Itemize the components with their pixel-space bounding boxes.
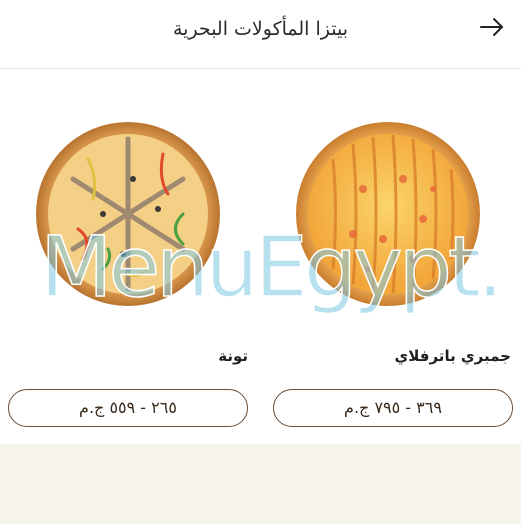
product-card-tuna[interactable]: تونة ٢٦٥ - ٥٥٩ ج.م bbox=[8, 69, 263, 434]
shrimp-pizza-image bbox=[296, 122, 480, 306]
product-card-shrimp[interactable]: جمبري باترفلاي ٣٦٩ - ٧٩٥ ج.م bbox=[258, 69, 513, 434]
product-name: تونة bbox=[218, 347, 248, 365]
footer-band bbox=[0, 444, 521, 524]
price-button[interactable]: ٣٦٩ - ٧٩٥ ج.م bbox=[273, 389, 513, 427]
tuna-pizza-image bbox=[36, 122, 220, 306]
arrow-right-icon[interactable] bbox=[477, 12, 507, 42]
page-title: بيتزا المأكولات البحرية bbox=[172, 18, 349, 40]
product-name: جمبري باترفلاي bbox=[394, 347, 511, 365]
price-button[interactable]: ٢٦٥ - ٥٥٩ ج.م bbox=[8, 389, 248, 427]
page-header: بيتزا المأكولات البحرية bbox=[0, 0, 521, 69]
product-grid: جمبري باترفلاي ٣٦٩ - ٧٩٥ ج.م تونة ٢٦٥ - … bbox=[0, 69, 521, 434]
